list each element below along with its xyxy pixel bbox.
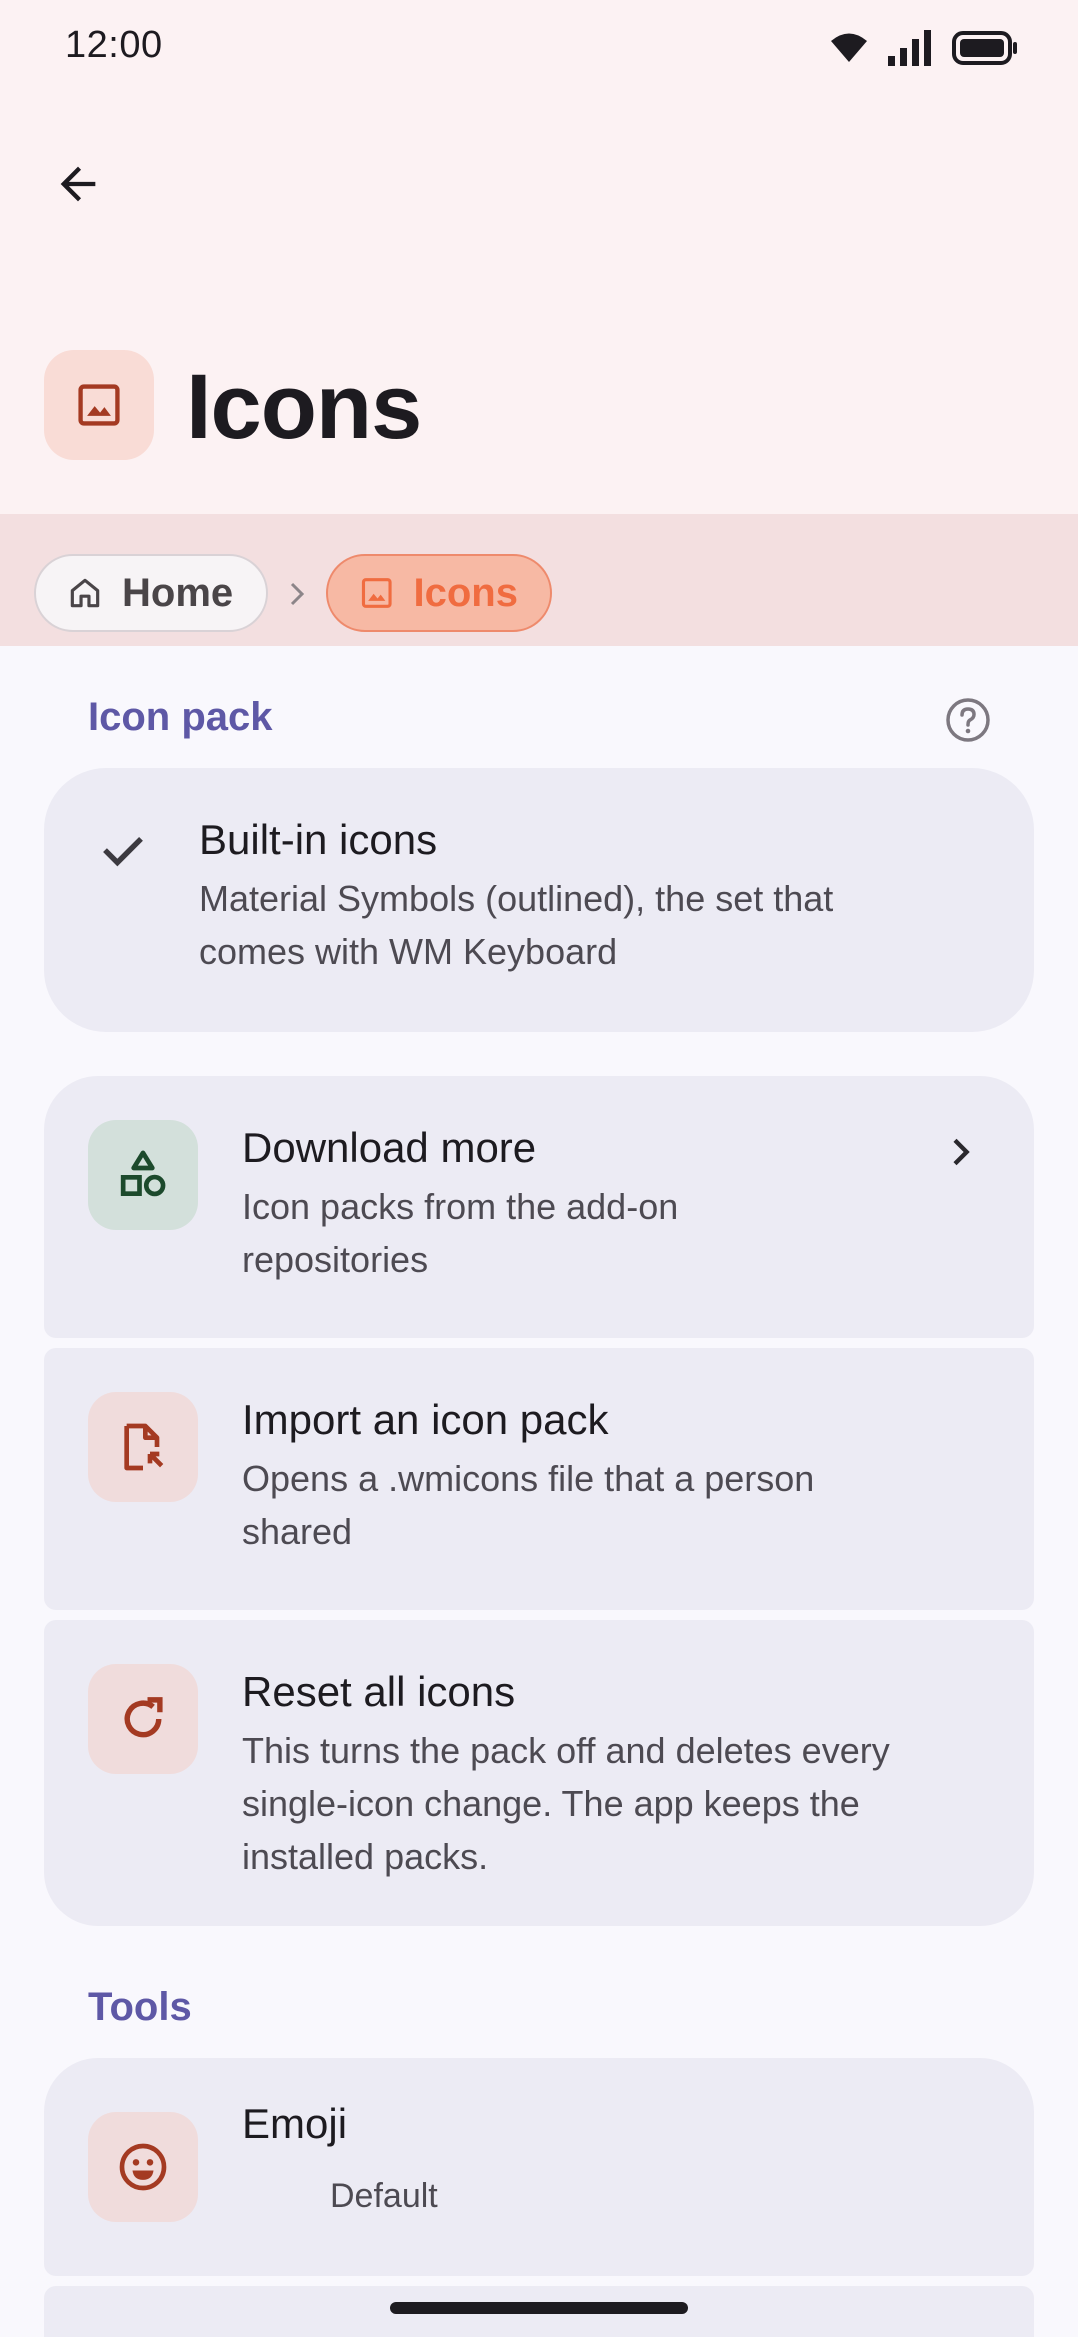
status-time: 12:00 [65,24,163,66]
import-icon-pack-item[interactable]: Import an icon pack Opens a .wmicons fil… [44,1348,1034,1610]
chevron-right-icon [953,1138,970,1166]
check-icon [103,836,143,867]
download-more-subtitle-1: Icon packs from the add-on [242,1186,679,1227]
title-icon-box [44,350,154,460]
home-indicator[interactable] [390,2302,688,2314]
breadcrumb-home-label: Home [122,570,234,615]
help-icon[interactable] [944,696,992,744]
download-more-item[interactable]: Download more Icon packs from the add-on… [44,1076,1034,1338]
refresh-icon [124,1697,163,1738]
back-button[interactable] [42,148,114,220]
breadcrumb: Home Icons [0,514,1078,646]
smiley-icon [119,2143,167,2191]
image-icon [361,578,392,608]
import-icon-pack-title: Import an icon pack [242,1396,609,1443]
download-more-subtitle-2: repositories [242,1239,429,1280]
reset-all-icons-subtitle-1: This turns the pack off and deletes ever… [242,1730,890,1771]
builtin-icons-title: Built-in icons [199,816,438,863]
wifi-icon [831,33,867,62]
reset-all-icons-item[interactable]: Reset all icons This turns the pack off … [44,1620,1034,1926]
home-icon [70,578,100,608]
battery-icon [952,31,1017,65]
import-icon-pack-subtitle-1: Opens a .wmicons file that a person [242,1458,815,1499]
reset-all-icons-subtitle-2: single-icon change. The app keeps the [242,1783,860,1824]
section-title-tools: Tools [88,1985,192,2029]
builtin-icons-subtitle-1: Material Symbols (outlined), the set tha… [199,878,834,919]
shapes-icon [120,1150,166,1197]
breadcrumb-home-chip[interactable]: Home [34,554,268,632]
download-more-title: Download more [242,1124,537,1171]
import-icon-pack-subtitle-2: shared [242,1511,353,1552]
section-title-icon-pack: Icon pack [88,695,273,739]
page-title: Icons [186,356,422,458]
reset-all-icons-title: Reset all icons [242,1668,516,1715]
download-icon-box [88,1120,198,1230]
builtin-icons-option[interactable]: Built-in icons Material Symbols (outline… [44,768,1034,1032]
builtin-icons-subtitle-2: comes with WM Keyboard [199,931,618,972]
breadcrumb-icons-label: Icons [413,570,518,615]
arrow-back-icon [60,166,96,202]
status-bar: 12:00 [0,0,1078,96]
emoji-title: Emoji [242,2100,348,2147]
chevron-right-icon [284,576,310,612]
emoji-icon-box [88,2112,198,2222]
image-icon [78,384,120,426]
reset-all-icons-subtitle-3: installed packs. [242,1836,489,1877]
signal-icon [888,30,931,66]
breadcrumb-icons-chip[interactable]: Icons [326,554,552,632]
emoji-item[interactable]: Emoji Default [44,2058,1034,2276]
emoji-value: Default [330,2177,438,2215]
reset-icon-box [88,1664,198,1774]
status-icons [830,28,1018,68]
file-import-icon [124,1423,164,1471]
import-icon-box [88,1392,198,1502]
